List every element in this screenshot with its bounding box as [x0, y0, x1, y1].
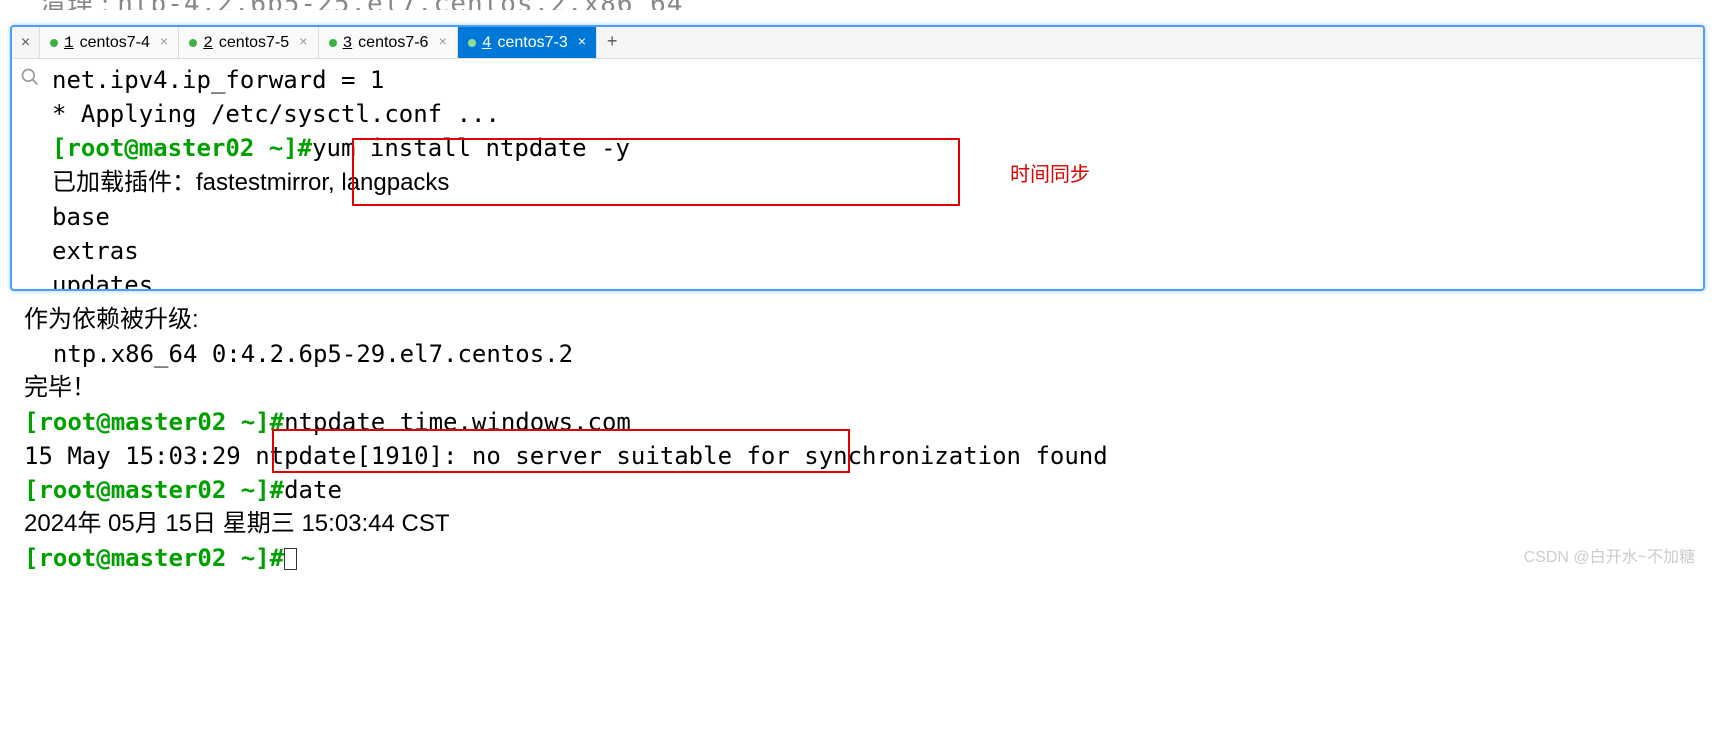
- annotation-label: 时间同步: [1010, 158, 1090, 187]
- shell-prompt: [root@master02 ~]#: [52, 134, 312, 162]
- output-line: 2024年 05月 15日 星期三 15:03:44 CST: [24, 507, 1705, 541]
- tab-label: centos7-3: [497, 34, 567, 52]
- tab-bar: × 1 centos7-4 × 2 centos7-5 × 3 centos7-…: [12, 27, 1703, 59]
- prompt-line: [root@master02 ~]#: [24, 541, 1705, 575]
- command-line: [root@master02 ~]#date: [24, 473, 1705, 507]
- close-icon[interactable]: ×: [160, 35, 168, 51]
- cropped-header-line: 清理 : ntp-4.2.6p5-25.el7.centos.2.x86_64: [0, 0, 1715, 10]
- command-line: [root@master02 ~]#ntpdate time.windows.c…: [24, 405, 1705, 439]
- output-line: 已加载插件：fastestmirror, langpacks: [52, 165, 1693, 200]
- tab-label: centos7-4: [80, 34, 150, 52]
- output-line: updates: [52, 268, 1693, 289]
- output-line: net.ipv4.ip_forward = 1: [52, 63, 1693, 97]
- output-line: ntp.x86_64 0:4.2.6p5-29.el7.centos.2: [24, 337, 1705, 371]
- output-line: extras: [52, 234, 1693, 268]
- shell-prompt: [root@master02 ~]#: [24, 408, 284, 436]
- cursor-icon: [284, 548, 297, 570]
- command-text: date: [284, 476, 342, 504]
- tab-accelerator: 3: [343, 34, 353, 52]
- tab-accelerator: 2: [203, 34, 213, 52]
- shell-prompt: [root@master02 ~]#: [24, 476, 284, 504]
- tab-centos7-6[interactable]: 3 centos7-6 ×: [319, 27, 458, 58]
- command-text: ntpdate time.windows.com: [284, 408, 631, 436]
- close-icon[interactable]: ×: [438, 35, 446, 51]
- shell-prompt: [root@master02 ~]#: [24, 544, 284, 572]
- status-dot-icon: [189, 39, 197, 47]
- tab-centos7-4[interactable]: 1 centos7-4 ×: [40, 27, 179, 58]
- status-dot-icon: [50, 39, 58, 47]
- search-icon[interactable]: [20, 67, 40, 87]
- status-dot-icon: [329, 39, 337, 47]
- close-icon[interactable]: ×: [578, 35, 586, 51]
- watermark: CSDN @白开水~不加糖: [1524, 543, 1695, 567]
- close-icon[interactable]: ×: [299, 35, 307, 51]
- output-line: 15 May 15:03:29 ntpdate[1910]: no server…: [24, 439, 1705, 473]
- output-line: 作为依赖被升级:: [24, 303, 1705, 337]
- close-all-tabs[interactable]: ×: [12, 27, 40, 58]
- output-line: * Applying /etc/sysctl.conf ...: [52, 97, 1693, 131]
- tab-accelerator: 4: [482, 34, 492, 52]
- tab-centos7-3[interactable]: 4 centos7-3 ×: [458, 27, 597, 58]
- add-tab-button[interactable]: +: [597, 27, 627, 58]
- tab-label: centos7-5: [219, 34, 289, 52]
- continued-terminal-output: 作为依赖被升级: ntp.x86_64 0:4.2.6p5-29.el7.cen…: [0, 299, 1715, 575]
- terminal-output[interactable]: net.ipv4.ip_forward = 1 * Applying /etc/…: [12, 59, 1703, 289]
- command-text: yum install ntpdate -y: [312, 134, 630, 162]
- output-line: base: [52, 200, 1693, 234]
- output-line: 完毕！: [24, 371, 1705, 405]
- command-line: [root@master02 ~]#yum install ntpdate -y: [52, 131, 1693, 165]
- tab-centos7-5[interactable]: 2 centos7-5 ×: [179, 27, 318, 58]
- status-dot-icon: [468, 39, 476, 47]
- tab-label: centos7-6: [358, 34, 428, 52]
- terminal-panel: × 1 centos7-4 × 2 centos7-5 × 3 centos7-…: [10, 25, 1705, 291]
- tab-accelerator: 1: [64, 34, 74, 52]
